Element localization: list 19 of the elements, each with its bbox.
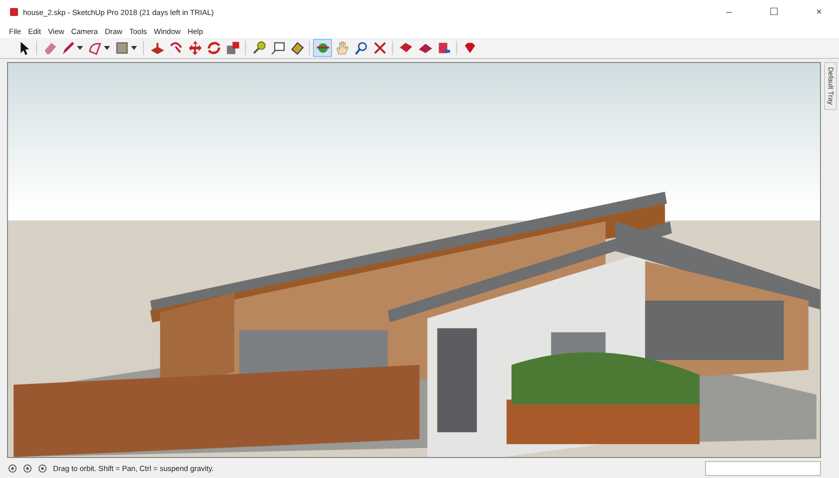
window-control[interactable]: ×	[799, 0, 839, 24]
orbit-tool-button[interactable]	[313, 39, 332, 57]
caret-icon	[77, 46, 83, 50]
caret-icon	[104, 46, 110, 50]
window-control[interactable]: ☐	[754, 0, 794, 24]
arc-icon	[87, 40, 103, 56]
paint-icon	[288, 40, 304, 56]
app-logo-icon	[10, 8, 18, 16]
scale-icon	[224, 40, 240, 56]
shape-icon	[114, 40, 130, 56]
move-icon	[186, 40, 202, 56]
measurement-field[interactable]	[705, 460, 821, 476]
rotate-icon	[206, 40, 222, 56]
pan-icon	[334, 40, 350, 56]
tape-icon	[250, 40, 266, 56]
window-control[interactable]: –	[709, 0, 749, 24]
zoom-icon	[352, 40, 368, 56]
pencil-icon	[60, 40, 76, 56]
caret-icon	[131, 46, 137, 50]
